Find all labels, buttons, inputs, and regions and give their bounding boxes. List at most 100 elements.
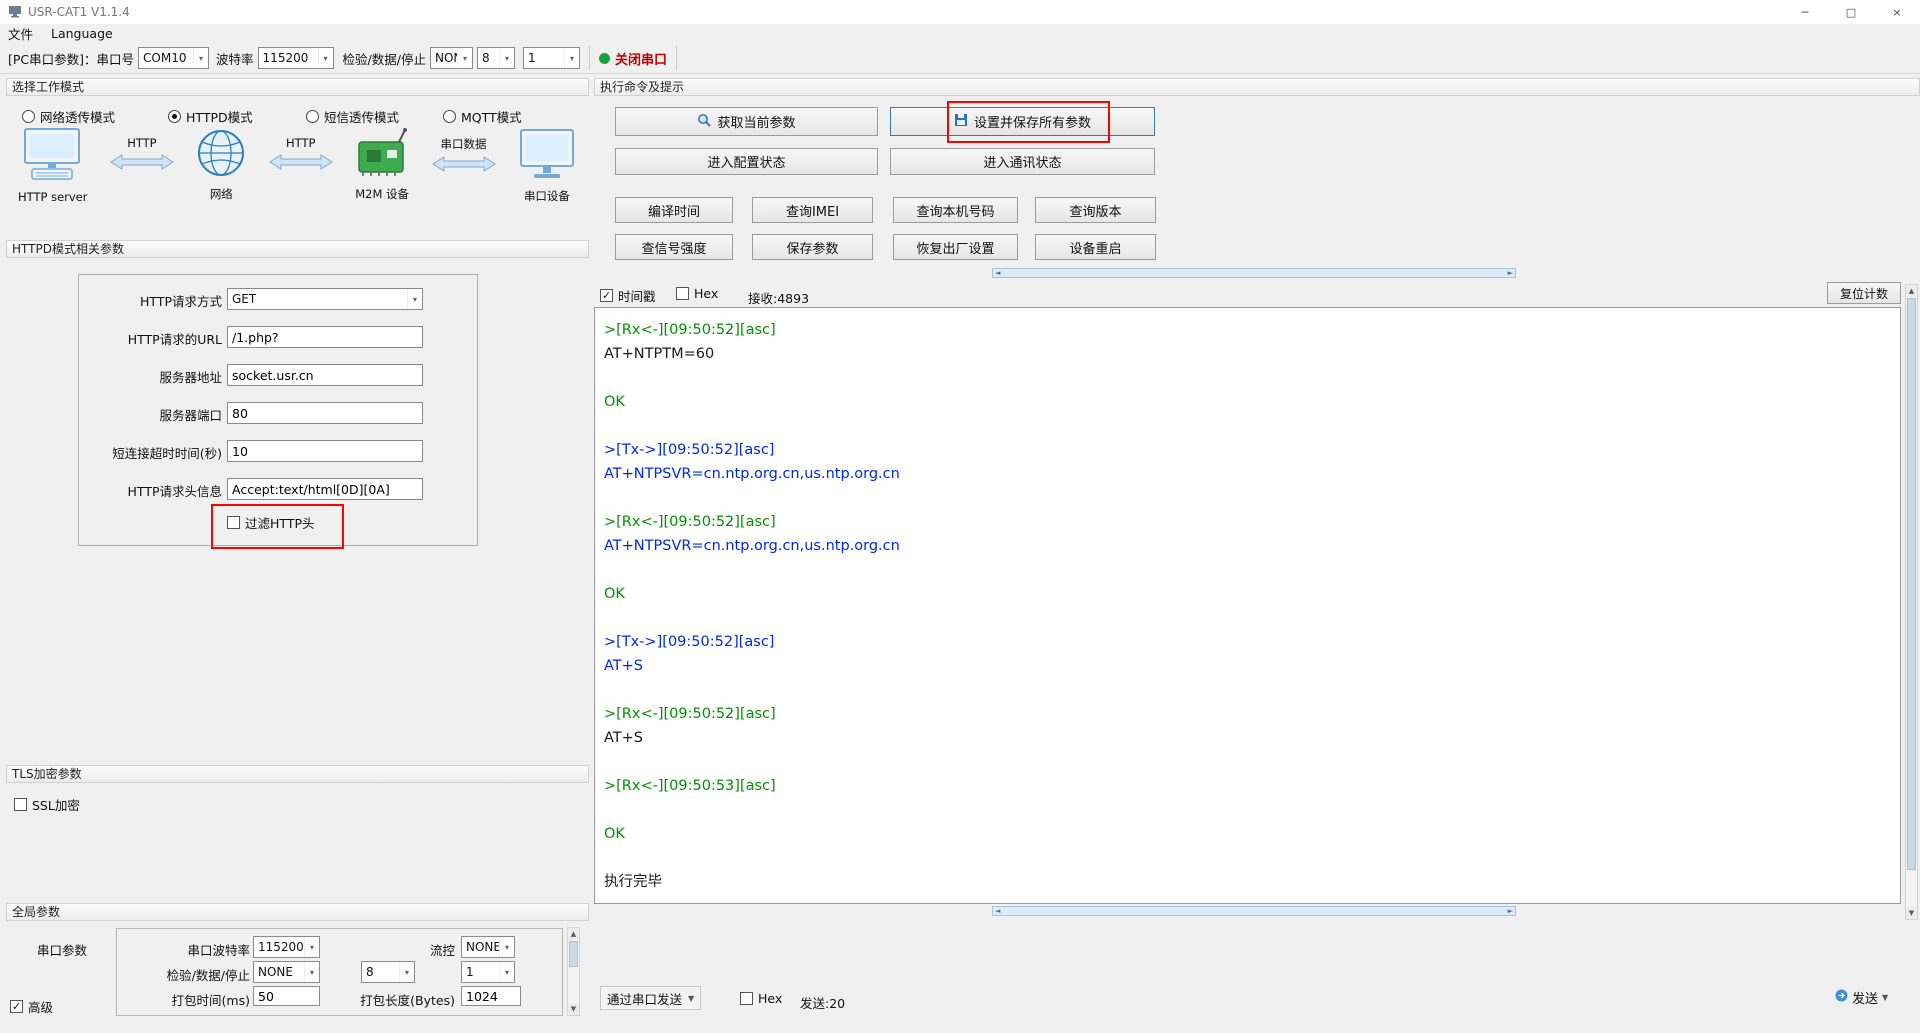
log-vertical-scrollbar[interactable]: ▲ ▼: [1905, 284, 1918, 920]
query-local-number-button[interactable]: 查询本机号码: [893, 197, 1018, 223]
chevron-down-icon: ▾: [193, 48, 209, 68]
http-url-label: HTTP请求的URL: [127, 332, 222, 347]
advanced-checkbox[interactable]: ✓ 高级: [10, 997, 53, 1016]
radio-selected-icon: [168, 110, 181, 123]
global-stopbits-select[interactable]: 1 ▾: [461, 961, 515, 983]
global-databits-select[interactable]: 8 ▾: [361, 961, 415, 983]
log-output[interactable]: >[Rx<-][09:50:52][asc] AT+NTPTM=60 OK >[T…: [594, 307, 1901, 904]
databits-select[interactable]: 8 ▾: [476, 47, 515, 69]
chevron-down-icon: ▾: [407, 289, 422, 309]
log-horizontal-scrollbar-top[interactable]: ◄ ►: [992, 268, 1516, 278]
com-port-select[interactable]: COM10 ▾: [138, 47, 210, 69]
factory-reset-button[interactable]: 恢复出厂设置: [893, 234, 1018, 260]
log-line: >[Rx<-][09:50:52][asc]: [604, 322, 776, 338]
scroll-down-icon[interactable]: ▼: [568, 1003, 579, 1015]
device-restart-button[interactable]: 设备重启: [1035, 234, 1156, 260]
maximize-icon[interactable]: □: [1828, 0, 1874, 24]
baud-label: 波特率: [216, 51, 254, 67]
diagram-http-server-node: HTTP server: [18, 128, 88, 204]
http-url-input[interactable]: [227, 326, 423, 348]
scroll-left-icon[interactable]: ◄: [995, 269, 1000, 277]
hex-display-checkbox[interactable]: Hex: [676, 286, 718, 301]
chevron-down-icon: ▾: [456, 48, 472, 68]
scroll-down-icon[interactable]: ▼: [1906, 907, 1917, 919]
diagram-network-node: 网络: [196, 128, 246, 202]
server-port-input[interactable]: [227, 402, 423, 424]
menu-file[interactable]: 文件: [8, 24, 33, 43]
http-header-label: HTTP请求头信息: [127, 484, 223, 499]
server-address-label: 服务器地址: [159, 370, 222, 385]
scroll-up-icon[interactable]: ▲: [1906, 285, 1917, 297]
flow-control-select[interactable]: NONE ▾: [461, 936, 515, 958]
log-line: 执行完毕: [604, 874, 662, 890]
scroll-right-icon[interactable]: ►: [1508, 269, 1513, 277]
scroll-right-icon[interactable]: ►: [1508, 907, 1513, 915]
query-build-time-button[interactable]: 编译时间: [615, 197, 733, 223]
scrollbar-thumb[interactable]: [569, 941, 578, 967]
ssl-encrypt-checkbox[interactable]: SSL加密: [14, 795, 80, 814]
double-arrow-icon: [268, 153, 333, 175]
chevron-down-icon: ▾: [399, 962, 414, 982]
serial-toolbar: [PC串口参数]：串口号 COM10 ▾ 波特率 115200 ▾ 检验/数据/…: [0, 43, 1920, 74]
pack-time-input[interactable]: [253, 986, 320, 1006]
short-conn-timeout-input[interactable]: [227, 440, 423, 462]
double-arrow-icon: [109, 153, 174, 175]
scroll-left-icon[interactable]: ◄: [995, 907, 1000, 915]
query-signal-strength-button[interactable]: 查信号强度: [615, 234, 733, 260]
log-horizontal-scrollbar-bottom[interactable]: ◄ ►: [992, 906, 1516, 916]
enter-config-state-button[interactable]: 进入配置状态: [615, 148, 878, 175]
scrollbar-thumb[interactable]: [1907, 298, 1916, 870]
send-hex-checkbox[interactable]: Hex: [740, 991, 782, 1006]
radio-sms-transparent-mode[interactable]: 短信透传模式: [306, 107, 399, 126]
reset-counter-button[interactable]: 复位计数: [1827, 282, 1901, 304]
http-header-input[interactable]: [227, 478, 423, 500]
chevron-down-icon: ▾: [317, 48, 333, 68]
section-header-work-mode: 选择工作模式: [6, 78, 589, 96]
close-serial-button[interactable]: 关闭串口: [598, 49, 667, 68]
pack-length-input[interactable]: [461, 986, 521, 1006]
scroll-up-icon[interactable]: ▲: [568, 928, 579, 940]
toolbar-separator: [588, 46, 590, 70]
get-current-params-button[interactable]: 获取当前参数: [615, 107, 878, 136]
timestamp-checkbox[interactable]: ✓ 时间戳: [600, 286, 656, 305]
query-imei-button[interactable]: 查询IMEI: [752, 197, 873, 223]
log-line: AT+NTPTM=60: [604, 346, 715, 362]
server-address-input[interactable]: [227, 364, 423, 386]
close-icon[interactable]: ×: [1874, 0, 1920, 24]
global-parity-select[interactable]: NONE ▾: [253, 961, 320, 983]
send-via-serial-dropdown[interactable]: 通过串口发送 ▼: [600, 986, 702, 1010]
global-params-scrollbar[interactable]: ▲ ▼: [567, 927, 580, 1016]
menu-language[interactable]: Language: [51, 26, 113, 41]
save-params-button[interactable]: 保存参数: [752, 234, 873, 260]
http-method-select[interactable]: GET ▾: [227, 288, 423, 310]
radio-net-transparent-mode[interactable]: 网络透传模式: [22, 107, 115, 126]
radio-mqtt-mode[interactable]: MQTT模式: [443, 107, 522, 126]
chevron-down-icon: ▼: [688, 993, 695, 1003]
send-count-label: 发送:20: [800, 996, 846, 1011]
annotation-box-filter-http-checkbox: [211, 504, 344, 549]
global-baud-select[interactable]: 115200 ▾: [253, 936, 320, 958]
baud-select[interactable]: 115200 ▾: [257, 47, 334, 69]
pack-time-label: 打包时间(ms): [171, 993, 250, 1008]
flow-control-label: 流控: [429, 943, 455, 958]
checkbox-unchecked-icon: [676, 287, 689, 300]
send-icon: [1835, 989, 1848, 1006]
parity-select[interactable]: NONE ▾: [429, 47, 473, 69]
minimize-icon[interactable]: ─: [1782, 0, 1828, 24]
log-line: OK: [604, 826, 625, 842]
diagram-serial-device-node: 串口设备: [518, 128, 576, 204]
enter-comm-state-button[interactable]: 进入通讯状态: [890, 148, 1155, 175]
mode-diagram: HTTP server HTTP 网络 HTTP M2M 设备 串口数据 串口设…: [14, 128, 580, 228]
stopbits-select[interactable]: 1 ▾: [522, 47, 580, 69]
log-line: AT+S: [604, 658, 644, 674]
log-line: AT+S: [604, 730, 644, 746]
send-button[interactable]: 发送 ▼: [1828, 984, 1895, 1010]
query-version-button[interactable]: 查询版本: [1035, 197, 1156, 223]
receive-count-label: 接收:4893: [748, 291, 810, 306]
double-arrow-icon: [431, 155, 496, 177]
radio-httpd-mode[interactable]: HTTPD模式: [168, 107, 253, 126]
section-header-console: 执行命令及提示: [594, 78, 1920, 96]
